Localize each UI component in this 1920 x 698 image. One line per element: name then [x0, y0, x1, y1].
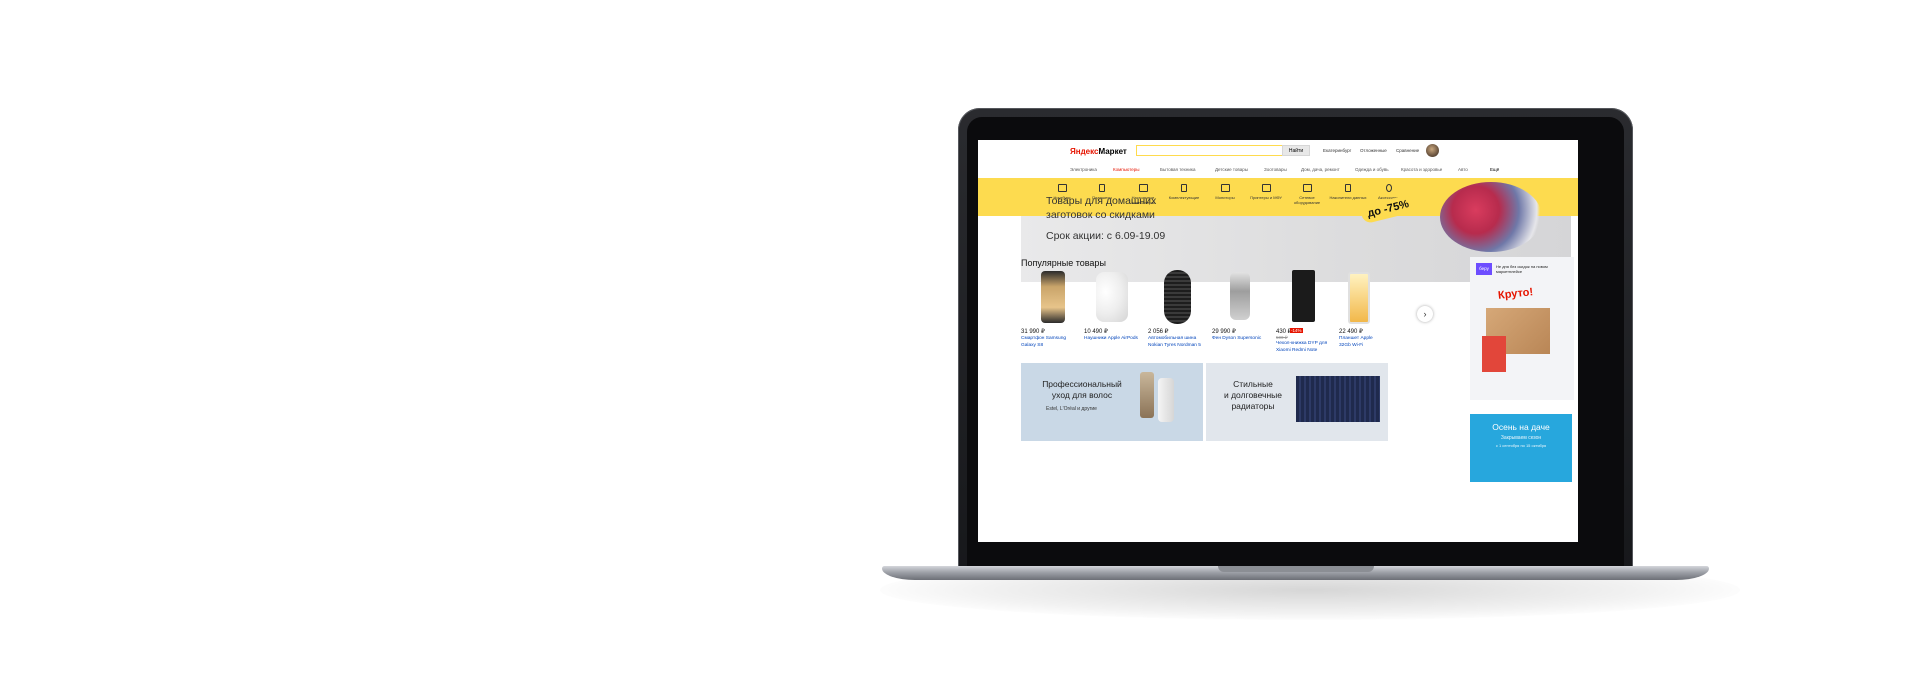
- bottle-image: [1140, 372, 1154, 418]
- desktop-icon: [1138, 184, 1148, 192]
- product-price: 31 990 ₽: [1021, 329, 1045, 335]
- tablet-icon: [1099, 184, 1105, 192]
- logo-part-yandex: Яндекс: [1070, 147, 1099, 156]
- carousel-next-button[interactable]: ›: [1417, 306, 1433, 322]
- category-network[interactable]: Сетевое оборудование: [1287, 184, 1327, 205]
- product-price: 2 056 ₽: [1148, 329, 1169, 335]
- radiator-image: [1296, 376, 1380, 422]
- promo-hair-line-1: Профессиональный: [1042, 379, 1122, 389]
- beru-logo: беру: [1476, 263, 1492, 275]
- logo-part-market: Маркет: [1098, 147, 1127, 156]
- favorites-link[interactable]: Отложенные: [1360, 148, 1387, 153]
- product-price: 22 490 ₽: [1339, 329, 1363, 335]
- product-name-link[interactable]: Наушники Apple AirPods: [1084, 336, 1144, 343]
- autumn-dates: с 1 сентября по 15 октября: [1495, 443, 1547, 448]
- nav-item-pets[interactable]: Зоотовары: [1264, 167, 1287, 172]
- storage-icon: [1345, 184, 1351, 192]
- promo-radiators-line-3: радиаторы: [1231, 401, 1275, 411]
- laptop-notch: [1218, 566, 1374, 572]
- bottle-image: [1158, 378, 1174, 422]
- mouse-icon: [1386, 184, 1392, 192]
- nav-item-home[interactable]: Дом, дача, ремонт: [1301, 167, 1340, 172]
- category-monitors[interactable]: Мониторы: [1205, 184, 1245, 200]
- banner-dates: Срок акции: с 6.09-19.09: [1046, 230, 1166, 242]
- beru-tagline: Не дня без скидок на новом маркетплейсе: [1496, 264, 1548, 274]
- laptop-screen: ЯндексМаркет Найти Екатеринбург Отложенн…: [978, 140, 1578, 542]
- berries-bowl-image: [1440, 182, 1542, 252]
- product-image-tire[interactable]: [1164, 270, 1191, 324]
- product-name-link[interactable]: Планшет Apple 32Gb Wi-Fi: [1339, 336, 1379, 349]
- nav-item-clothes[interactable]: Одежда и обувь: [1355, 167, 1389, 172]
- discount-label: -14%: [1290, 328, 1303, 333]
- autumn-subtitle: Закрываем сезон: [1500, 435, 1542, 441]
- nav-item-appliances[interactable]: Бытовая техника: [1160, 167, 1195, 172]
- product-price: 29 990 ₽: [1212, 329, 1236, 335]
- laptop-icon: [1057, 184, 1067, 192]
- promo-hair-care[interactable]: [1021, 363, 1203, 441]
- router-icon: [1302, 184, 1312, 192]
- avatar[interactable]: [1426, 144, 1439, 157]
- compare-link[interactable]: Сравнение: [1396, 148, 1419, 153]
- category-printers[interactable]: Принтеры и МФУ: [1246, 184, 1286, 200]
- nav-item-computers[interactable]: Компьютеры: [1113, 167, 1140, 172]
- nav-item-more[interactable]: Ещё: [1490, 167, 1499, 172]
- search-input[interactable]: [1136, 145, 1292, 156]
- nav-item-electronics[interactable]: Электроника: [1070, 167, 1097, 172]
- product-name-link[interactable]: Автомобильная шина Nokian Tyres Nordman …: [1148, 336, 1208, 349]
- search-button[interactable]: Найти: [1282, 145, 1310, 156]
- component-icon: [1181, 184, 1187, 192]
- category-storage[interactable]: Накопители данных: [1328, 184, 1368, 200]
- section-title-popular: Популярные товары: [1021, 258, 1106, 268]
- product-image-dryer[interactable]: [1230, 272, 1250, 320]
- promo-radiators-line-1: Стильные: [1233, 379, 1273, 389]
- nav-item-beauty[interactable]: Красота и здоровье: [1401, 167, 1442, 172]
- autumn-title: Осень на даче: [1492, 422, 1550, 432]
- product-name-link[interactable]: Чехол-книжка DYP для Xiaomi Redmi Note: [1276, 341, 1336, 354]
- product-image-case[interactable]: [1292, 270, 1315, 322]
- banner-line-2: заготовок со скидками: [1046, 209, 1155, 221]
- region-link[interactable]: Екатеринбург: [1323, 148, 1351, 153]
- monitor-icon: [1220, 184, 1230, 192]
- product-name-link[interactable]: Смартфон Samsung Galaxy S8: [1021, 336, 1081, 349]
- promo-hair-line-2: уход для волос: [1051, 390, 1113, 400]
- product-image-tablet[interactable]: [1348, 272, 1370, 324]
- phone-image: [1482, 336, 1506, 372]
- category-components[interactable]: Комплектующие: [1164, 184, 1204, 200]
- nav-item-auto[interactable]: Авто: [1458, 167, 1468, 172]
- product-image-phone[interactable]: [1041, 271, 1065, 323]
- banner-line-1: Товары для домашних: [1046, 195, 1157, 207]
- product-image-airpods[interactable]: [1096, 272, 1128, 322]
- promo-radiators-line-2: и долговечные: [1223, 390, 1283, 400]
- nav-item-kids[interactable]: Детские товары: [1215, 167, 1248, 172]
- site-logo[interactable]: ЯндексМаркет: [1070, 147, 1127, 156]
- product-name-link[interactable]: Фен Dyson Supersonic: [1212, 336, 1272, 343]
- promo-hair-brands: Estel, L'Oréal и другие: [1046, 406, 1097, 412]
- product-price: 10 490 ₽: [1084, 329, 1108, 335]
- printer-icon: [1261, 184, 1271, 192]
